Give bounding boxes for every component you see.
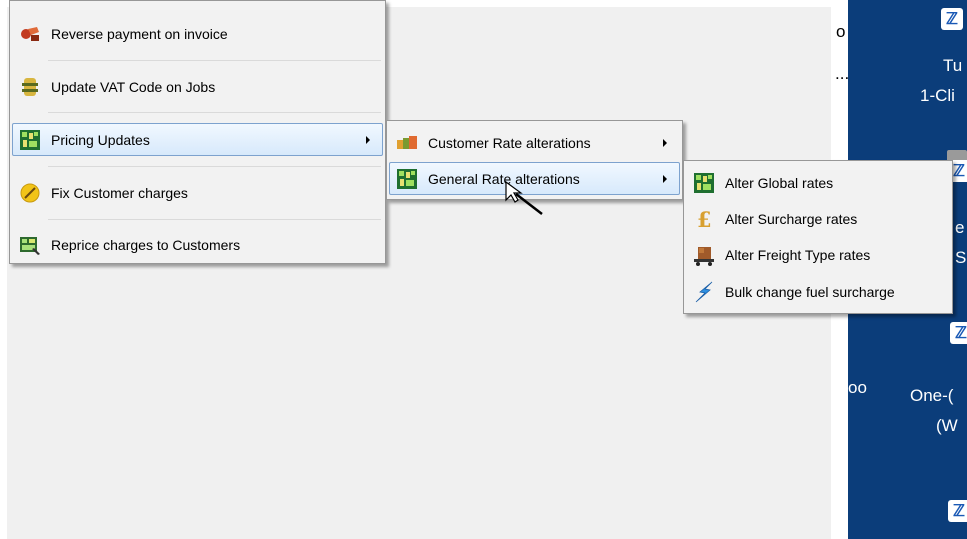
menu-item-label: Customer Rate alterations xyxy=(428,134,591,151)
menu-item-reverse-payment[interactable]: Reverse payment on invoice xyxy=(12,16,383,52)
submenu-arrow-icon xyxy=(663,174,667,183)
menu-separator xyxy=(48,60,381,61)
window-label-fragment: o xyxy=(836,22,846,41)
menu-separator xyxy=(48,166,381,167)
mouse-cursor-icon xyxy=(505,180,543,215)
menu-item-label: Reprice charges to Customers xyxy=(51,237,241,253)
global-rates-icon xyxy=(693,172,715,194)
window-label-fragment: ... xyxy=(835,64,850,83)
desktop-label[interactable]: S xyxy=(955,248,966,268)
menu-item-reprice-charges[interactable]: Reprice charges to Customers xyxy=(12,227,383,263)
menu-item-label: Alter Global rates xyxy=(725,175,834,191)
desktop-shortcut-icon[interactable]: ℤ xyxy=(950,322,967,344)
general-rate-submenu: Alter Global rates £ Alter Surcharge rat… xyxy=(683,160,953,314)
general-rate-icon xyxy=(396,168,418,190)
submenu-arrow-icon xyxy=(663,138,667,147)
menu-item-customer-rate-alterations[interactable]: Customer Rate alterations xyxy=(389,126,680,159)
menu-item-pricing-updates[interactable]: Pricing Updates xyxy=(12,123,383,156)
menu-item-alter-global-rates[interactable]: Alter Global rates xyxy=(686,165,950,201)
menu-item-label: Update VAT Code on Jobs xyxy=(51,79,216,95)
desktop-label[interactable]: oo xyxy=(848,378,867,398)
menu-item-label: Bulk change fuel surcharge xyxy=(725,284,895,300)
pricing-updates-icon xyxy=(19,129,41,151)
vat-code-icon xyxy=(19,76,41,98)
context-menu: Reverse payment on invoice Update VAT Co… xyxy=(9,0,386,264)
menu-item-update-vat[interactable]: Update VAT Code on Jobs xyxy=(12,69,383,105)
menu-item-label: Alter Surcharge rates xyxy=(725,211,858,227)
desktop-label[interactable]: 1-Cli xyxy=(920,86,955,106)
menu-item-fix-customer-charges[interactable]: Fix Customer charges xyxy=(12,175,383,211)
freight-cart-icon xyxy=(693,244,715,266)
desktop-label[interactable]: (W xyxy=(936,416,958,436)
reverse-payment-icon xyxy=(19,23,41,45)
menu-item-label: Reverse payment on invoice xyxy=(51,26,228,42)
desktop-label[interactable]: One-( xyxy=(910,386,953,406)
customer-rate-icon xyxy=(396,132,418,154)
desktop-label[interactable]: e xyxy=(955,218,964,238)
fix-charges-icon xyxy=(19,182,41,204)
menu-item-alter-surcharge-rates[interactable]: £ Alter Surcharge rates xyxy=(686,201,950,237)
menu-item-bulk-change-fuel-surcharge[interactable]: Bulk change fuel surcharge xyxy=(686,274,950,310)
desktop-shortcut-icon[interactable]: ℤ xyxy=(948,500,967,522)
lightning-icon xyxy=(693,281,715,303)
menu-separator xyxy=(48,219,381,220)
menu-item-label: Pricing Updates xyxy=(51,131,150,148)
desktop-label[interactable]: Tu xyxy=(943,56,962,76)
menu-item-alter-freight-type-rates[interactable]: Alter Freight Type rates xyxy=(686,237,950,273)
desktop-shortcut-icon[interactable]: ℤ xyxy=(941,8,963,30)
menu-item-label: Alter Freight Type rates xyxy=(725,247,871,263)
menu-separator xyxy=(48,112,381,113)
submenu-arrow-icon xyxy=(366,135,370,144)
reprice-icon xyxy=(19,234,41,256)
pound-sign-icon: £ xyxy=(693,208,715,230)
menu-item-label: Fix Customer charges xyxy=(51,185,188,201)
svg-text:£: £ xyxy=(697,208,712,230)
